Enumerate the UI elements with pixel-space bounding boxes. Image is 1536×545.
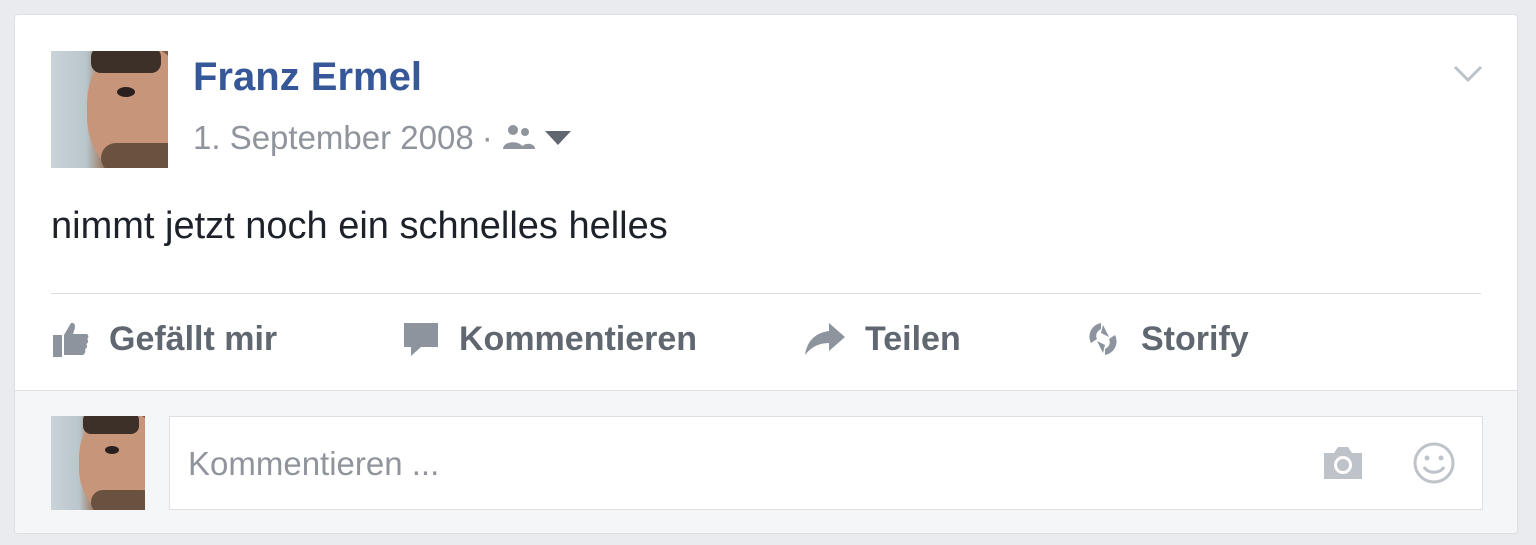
comment-button[interactable]: Kommentieren bbox=[401, 315, 697, 363]
user-avatar[interactable] bbox=[51, 416, 145, 510]
share-button[interactable]: Teilen bbox=[803, 315, 961, 363]
storify-button[interactable]: Storify bbox=[1083, 315, 1249, 363]
comment-label: Kommentieren bbox=[459, 319, 698, 358]
comment-input[interactable] bbox=[186, 417, 1290, 511]
author-name-link[interactable]: Franz Ermel bbox=[193, 55, 422, 100]
audience-caret-icon[interactable] bbox=[544, 131, 571, 145]
thumbs-up-icon bbox=[53, 322, 89, 357]
friends-icon[interactable] bbox=[501, 123, 537, 153]
post-card: Franz Ermel 1. September 2008 · nimmt je… bbox=[14, 14, 1518, 534]
share-label: Teilen bbox=[865, 319, 961, 358]
divider bbox=[51, 293, 1481, 294]
camera-icon[interactable] bbox=[1320, 445, 1366, 486]
post-date-link[interactable]: 1. September 2008 bbox=[193, 119, 474, 157]
post-text: nimmt jetzt noch ein schnelles helles bbox=[51, 205, 668, 247]
chevron-down-icon[interactable] bbox=[1453, 63, 1483, 85]
speech-bubble-icon bbox=[404, 323, 438, 356]
like-label: Gefällt mir bbox=[109, 319, 278, 358]
action-bar: Gefällt mir Kommentieren Teilen Storify bbox=[51, 315, 1351, 363]
post-meta: 1. September 2008 · bbox=[193, 119, 571, 157]
meta-separator: · bbox=[481, 119, 493, 156]
smiley-icon[interactable] bbox=[1412, 441, 1456, 490]
storify-icon bbox=[1089, 323, 1117, 355]
share-arrow-icon bbox=[805, 323, 845, 355]
like-button[interactable]: Gefällt mir bbox=[51, 315, 277, 363]
comment-section bbox=[15, 390, 1517, 533]
comment-input-box bbox=[169, 416, 1483, 511]
storify-label: Storify bbox=[1141, 319, 1249, 358]
author-avatar[interactable] bbox=[51, 51, 168, 168]
